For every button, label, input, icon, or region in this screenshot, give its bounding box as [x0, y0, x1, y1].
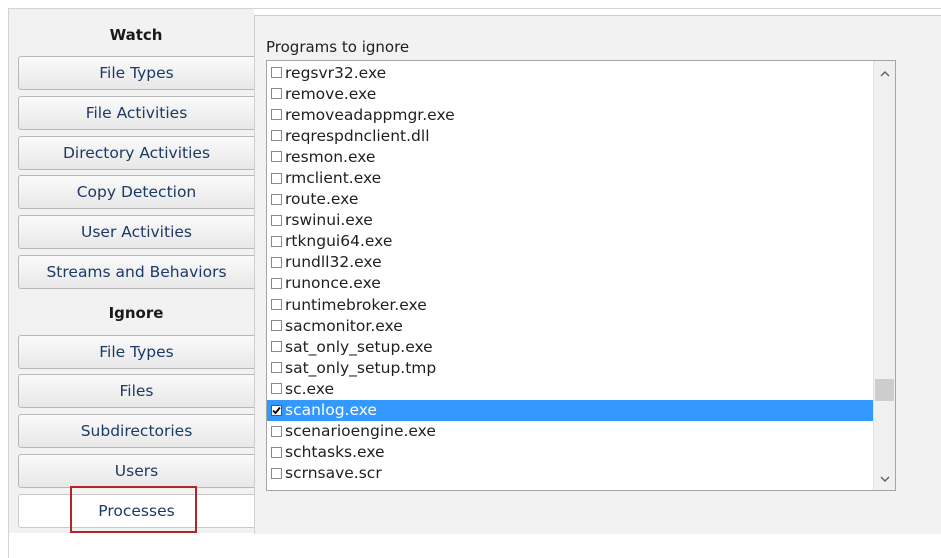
list-item[interactable]: removeadappmgr.exe: [267, 104, 874, 125]
program-name: reqrespdnclient.dll: [285, 126, 430, 145]
checkbox[interactable]: [271, 88, 282, 100]
checkbox[interactable]: [271, 151, 282, 163]
checkbox[interactable]: [271, 67, 282, 79]
checkbox[interactable]: [271, 214, 282, 226]
scrollbar-thumb[interactable]: [875, 379, 894, 401]
sidebar-item-streams-and-behaviors[interactable]: Streams and Behaviors: [18, 255, 254, 289]
checkmark-icon: [272, 406, 281, 414]
program-name: rundll32.exe: [285, 253, 382, 272]
programs-list: regsvr32.exe remove.exe removeadappmgr.exe…: [267, 62, 874, 484]
checkbox[interactable]: [271, 130, 282, 142]
ignore-section-title: Ignore: [108, 304, 164, 322]
list-item[interactable]: rswinui.exe: [267, 210, 874, 231]
checkbox[interactable]: [271, 383, 282, 395]
watch-section-title: Watch: [109, 26, 163, 44]
checkbox[interactable]: [271, 320, 282, 332]
checkbox[interactable]: [271, 172, 282, 184]
program-name: scrnsave.scr: [285, 464, 382, 483]
list-item[interactable]: regsvr32.exe: [267, 62, 874, 83]
checkbox[interactable]: [271, 425, 282, 437]
program-name: rmclient.exe: [285, 169, 382, 188]
list-item[interactable]: remove.exe: [267, 83, 874, 104]
programs-listbox[interactable]: regsvr32.exe remove.exe removeadappmgr.exe…: [266, 60, 896, 491]
checkbox[interactable]: [271, 341, 282, 353]
program-name: remove.exe: [285, 84, 377, 103]
program-name: rtkngui64.exe: [285, 232, 393, 251]
sidebar-item-files[interactable]: Files: [18, 374, 254, 408]
list-item[interactable]: sat_only_setup.exe: [267, 336, 874, 357]
program-name: route.exe: [285, 190, 359, 209]
checkbox[interactable]: [271, 109, 282, 121]
list-item[interactable]: resmon.exe: [267, 146, 874, 167]
list-item[interactable]: reqrespdnclient.dll: [267, 125, 874, 146]
program-name: sacmonitor.exe: [285, 316, 403, 335]
sidebar-item-watch-file-types[interactable]: File Types: [18, 56, 254, 90]
list-item[interactable]: rmclient.exe: [267, 167, 874, 188]
program-name: sc.exe: [285, 379, 335, 398]
list-item[interactable]: scanlog.exe: [267, 399, 874, 421]
program-name: schtasks.exe: [285, 443, 385, 462]
checkbox[interactable]: [271, 235, 282, 247]
nav-label: File Types: [99, 64, 174, 82]
program-name: removeadappmgr.exe: [285, 105, 455, 124]
program-name: scenarioengine.exe: [285, 422, 436, 441]
chevron-down-icon[interactable]: [874, 469, 895, 489]
list-item[interactable]: schtasks.exe: [267, 442, 874, 463]
nav-label: Processes: [98, 502, 175, 520]
program-name: sat_only_setup.tmp: [285, 358, 437, 377]
vertical-scrollbar[interactable]: [873, 61, 895, 490]
list-item[interactable]: scrnsave.scr: [267, 463, 874, 484]
sidebar-item-copy-detection[interactable]: Copy Detection: [18, 175, 254, 209]
list-item[interactable]: scenarioengine.exe: [267, 421, 874, 442]
sidebar-item-subdirectories[interactable]: Subdirectories: [18, 414, 254, 448]
chevron-up-icon[interactable]: [874, 63, 895, 83]
nav-label: Directory Activities: [62, 144, 211, 162]
nav-label: Copy Detection: [76, 183, 197, 201]
checkbox-checked[interactable]: [271, 404, 282, 416]
list-item[interactable]: rtkngui64.exe: [267, 231, 874, 252]
program-name: runonce.exe: [285, 274, 381, 293]
programs-to-ignore-label: Programs to ignore: [266, 38, 410, 56]
nav-label: User Activities: [81, 223, 192, 241]
program-name: scanlog.exe: [285, 401, 377, 420]
sidebar-item-file-activities[interactable]: File Activities: [18, 96, 254, 130]
list-item[interactable]: sacmonitor.exe: [267, 315, 874, 336]
list-item[interactable]: rundll32.exe: [267, 252, 874, 273]
checkbox[interactable]: [271, 277, 282, 289]
sidebar-item-directory-activities[interactable]: Directory Activities: [18, 136, 254, 170]
nav-label: File Activities: [85, 104, 188, 122]
list-item[interactable]: sc.exe: [267, 378, 874, 399]
checkbox[interactable]: [271, 299, 282, 311]
checkbox[interactable]: [271, 446, 282, 458]
program-name: regsvr32.exe: [285, 63, 387, 82]
sidebar-item-processes[interactable]: Processes: [18, 494, 254, 528]
program-name: sat_only_setup.exe: [285, 337, 433, 356]
nav-label: Users: [114, 462, 159, 480]
list-item[interactable]: runtimebroker.exe: [267, 294, 874, 315]
program-name: rswinui.exe: [285, 211, 373, 230]
nav-label: Streams and Behaviors: [46, 263, 227, 281]
program-name: resmon.exe: [285, 147, 376, 166]
program-name: runtimebroker.exe: [285, 295, 427, 314]
list-item[interactable]: route.exe: [267, 189, 874, 210]
nav-label: Subdirectories: [80, 422, 193, 440]
sidebar-item-users[interactable]: Users: [18, 454, 254, 488]
list-item[interactable]: runonce.exe: [267, 273, 874, 294]
sidebar-item-ignore-file-types[interactable]: File Types: [18, 335, 254, 369]
sidebar-item-user-activities[interactable]: User Activities: [18, 215, 254, 249]
nav-label: Files: [119, 382, 154, 400]
checkbox[interactable]: [271, 256, 282, 268]
nav-label: File Types: [99, 343, 174, 361]
list-item[interactable]: sat_only_setup.tmp: [267, 357, 874, 378]
checkbox[interactable]: [271, 467, 282, 479]
checkbox[interactable]: [271, 193, 282, 205]
checkbox[interactable]: [271, 362, 282, 374]
